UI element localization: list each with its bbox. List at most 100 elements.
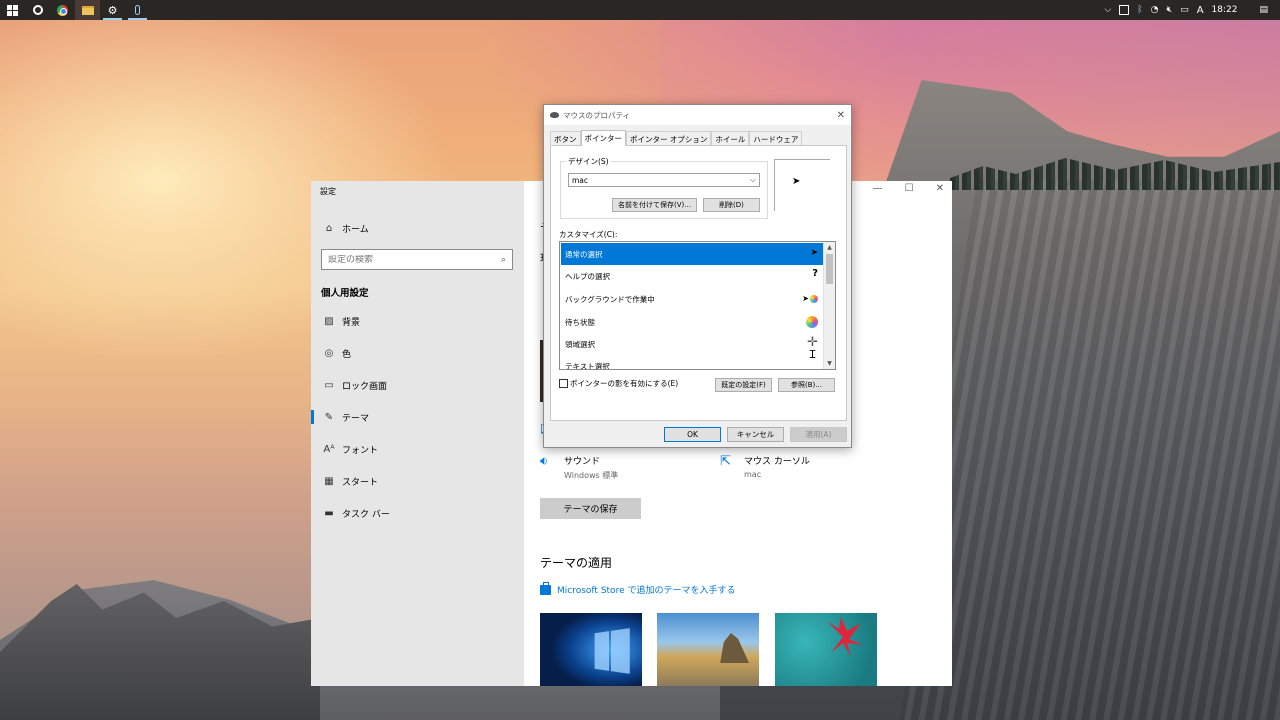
volume-muted-icon[interactable]: 🔇︎ (1167, 5, 1173, 15)
sidebar-item-lock-screen[interactable]: ▭ ロック画面 (311, 371, 524, 399)
pointer-shadow-option[interactable]: ポインターの影を有効にする(E) (559, 378, 678, 389)
system-tray: ⌵ ᛒ ◔ 🔇︎ ▭ A 18:22 ▤ (1104, 5, 1280, 16)
start-icon: ▦ (324, 475, 334, 487)
speaker-icon: 🔉︎ (540, 454, 549, 469)
working-cursor-icon: ➤ (802, 294, 818, 303)
arrow-cursor-icon: ➤ (810, 248, 818, 258)
tab-pointer-options[interactable]: ポインター オプション (626, 131, 712, 146)
close-icon[interactable]: ✕ (936, 183, 944, 194)
tray-app-icon[interactable] (1119, 5, 1130, 15)
sidebar-item-label: 色 (342, 349, 352, 360)
store-bag-icon (540, 581, 551, 595)
list-item-label: ヘルプの選択 (565, 271, 610, 281)
list-scrollbar[interactable]: ▲ ▼ (823, 242, 835, 369)
sidebar-item-colors[interactable]: ◎ 色 (311, 339, 524, 367)
save-as-button[interactable]: 名前を付けて保存(V)... (612, 198, 697, 212)
theme-thumbnail-windows[interactable] (540, 613, 642, 686)
taskbar-icon: ▬ (324, 507, 334, 519)
list-item[interactable]: テキスト選択 Ｉ (561, 348, 824, 369)
folder-icon (81, 5, 94, 15)
settings-search[interactable]: ⌕ (321, 249, 513, 270)
list-item-label: 待ち状態 (565, 317, 595, 327)
tab-buttons[interactable]: ボタン (550, 131, 581, 146)
clock[interactable]: 18:22 (1212, 5, 1238, 15)
ok-button[interactable]: OK (664, 427, 721, 442)
scroll-up-icon[interactable]: ▲ (824, 242, 835, 253)
taskbar-chrome[interactable] (50, 0, 75, 20)
help-cursor-icon: ? (812, 268, 818, 279)
sound-value: Windows 標準 (564, 471, 619, 480)
cursor-icon: ⇱ (720, 454, 731, 469)
sidebar-item-label: ホーム (342, 224, 369, 235)
delete-button[interactable]: 削除(D) (703, 198, 760, 212)
list-item[interactable]: ヘルプの選択 ? (561, 265, 824, 287)
browse-button[interactable]: 参照(B)... (778, 378, 835, 392)
list-item-label: バックグラウンドで作業中 (565, 294, 655, 304)
apply-button[interactable]: 適用(A) (790, 427, 847, 442)
list-item[interactable]: 領域選択 ✛ (561, 333, 824, 355)
tab-wheel[interactable]: ホイール (711, 131, 750, 146)
customize-label: カスタマイズ(C): (559, 230, 618, 239)
cortana-circle-icon (32, 5, 43, 15)
tray-chevron-icon[interactable]: ⌵ (1104, 5, 1111, 15)
tab-hardware[interactable]: ハードウェア (749, 131, 803, 146)
scroll-thumb[interactable] (826, 254, 833, 284)
sidebar-item-label: テーマ (342, 413, 370, 424)
minimize-icon[interactable]: — (873, 183, 883, 194)
sidebar-item-label: スタート (342, 477, 379, 488)
theme-icon: ✎ (324, 411, 334, 423)
apply-theme-heading: テーマの適用 (540, 556, 613, 570)
sidebar-item-fonts[interactable]: Aᴬ フォント (311, 435, 524, 463)
cancel-button[interactable]: キャンセル (727, 427, 784, 442)
theme-thumbnail-beach[interactable] (657, 613, 759, 686)
tab-pointers[interactable]: ポインター (580, 130, 626, 146)
busy-cursor-icon (806, 316, 818, 331)
list-item[interactable]: 待ち状態 (561, 311, 824, 333)
design-value: mac (572, 175, 589, 185)
design-select[interactable]: mac ⌵ (568, 173, 760, 187)
maximize-icon[interactable]: ☐ (905, 183, 914, 194)
ime-indicator[interactable]: A (1197, 5, 1204, 16)
close-icon[interactable]: ✕ (837, 110, 845, 121)
mouse-icon (550, 112, 559, 118)
start-button[interactable] (0, 0, 25, 20)
sidebar-item-home[interactable]: ⌂ ホーム (311, 214, 524, 242)
dialog-titlebar[interactable]: マウスのプロパティ ✕ (544, 105, 851, 125)
mouse-cursor-value: mac (744, 470, 762, 479)
pointer-shadow-label: ポインターの影を有効にする(E) (570, 379, 679, 388)
store-themes-link[interactable]: Microsoft Store で追加のテーマを入手する (540, 581, 735, 596)
sidebar-item-themes[interactable]: ✎ テーマ (311, 403, 524, 431)
design-group: デザイン(S) mac ⌵ 名前を付けて保存(V)... 削除(D) (560, 156, 768, 219)
arrow-cursor-icon: ➤ (792, 176, 801, 187)
mouse-cursor-title: マウス カーソル (744, 457, 810, 467)
scroll-down-icon[interactable]: ▼ (824, 358, 835, 369)
pointer-shadow-checkbox[interactable] (559, 379, 568, 388)
theme-thumbnail-flower[interactable] (775, 613, 877, 686)
list-item[interactable]: 通常の選択 ➤ (561, 243, 824, 265)
pointers-panel: デザイン(S) mac ⌵ 名前を付けて保存(V)... 削除(D) ➤ カスタ… (550, 145, 847, 421)
search-input[interactable] (328, 254, 501, 265)
cortana-button[interactable] (25, 0, 50, 20)
sidebar-item-background[interactable]: ▨ 背景 (311, 307, 524, 335)
image-icon: ▨ (324, 315, 334, 327)
sidebar-item-taskbar[interactable]: ▬ タスク バー (311, 499, 524, 527)
search-icon[interactable]: ⌕ (501, 255, 506, 265)
taskbar-settings[interactable]: ⚙ (100, 0, 125, 20)
sound-setting[interactable]: 🔉︎ サウンド Windows 標準 (540, 454, 618, 481)
list-item[interactable]: バックグラウンドで作業中 ➤ (561, 288, 824, 310)
taskbar-explorer[interactable] (75, 0, 100, 20)
save-theme-button[interactable]: テーマの保存 (540, 498, 641, 519)
taskbar-mouse[interactable] (125, 0, 150, 20)
bluetooth-icon[interactable]: ᛒ (1137, 5, 1142, 15)
network-icon[interactable]: ◔ (1151, 5, 1159, 15)
mouse-icon (135, 5, 140, 15)
pointer-list[interactable]: 通常の選択 ➤ ヘルプの選択 ? バックグラウンドで作業中 ➤ 待ち状態 領域選… (559, 241, 836, 370)
dialog-title: マウスのプロパティ (563, 110, 631, 120)
mouse-properties-dialog: マウスのプロパティ ✕ ボタン ポインター ポインター オプション ホイール ハ… (543, 104, 852, 448)
battery-icon[interactable]: ▭ (1180, 5, 1189, 15)
notification-icon[interactable]: ▤ (1259, 5, 1268, 15)
sidebar-item-start[interactable]: ▦ スタート (311, 467, 524, 495)
mouse-cursor-setting[interactable]: ⇱ マウス カーソル mac (720, 454, 810, 479)
sidebar-item-label: ロック画面 (342, 381, 388, 392)
use-default-button[interactable]: 既定の設定(F) (715, 378, 772, 392)
